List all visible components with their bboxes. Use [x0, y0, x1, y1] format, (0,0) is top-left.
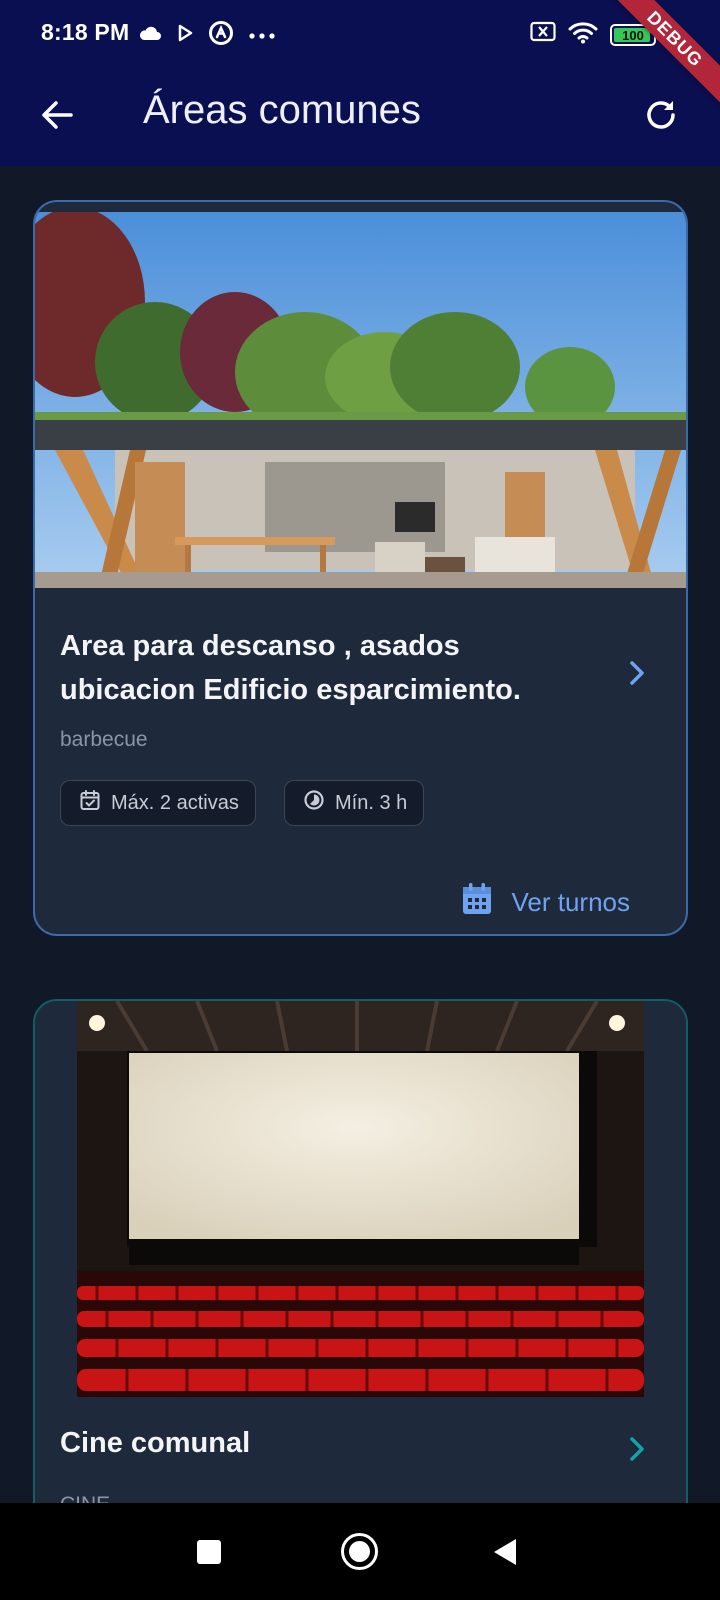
ver-turnos-label: Ver turnos	[511, 887, 630, 917]
app-bar: Áreas comunes	[0, 68, 720, 166]
areas-list[interactable]: Area para descanso , asados ubicacion Ed…	[0, 166, 720, 1503]
timelapse-icon	[303, 789, 325, 817]
area-card-cine[interactable]: Cine comunal CINE	[33, 999, 688, 1503]
cloud-icon	[138, 24, 162, 47]
no-sim-icon	[530, 21, 556, 48]
card-title: Cine comunal	[60, 1427, 251, 1459]
page-title: Áreas comunes	[143, 88, 421, 132]
card-category: CINE	[60, 1493, 110, 1503]
barbecue-photo	[35, 212, 686, 588]
chevron-right-icon[interactable]	[622, 1434, 652, 1464]
status-icons-left	[138, 20, 276, 51]
home-icon[interactable]	[341, 1533, 378, 1570]
calendar-icon	[461, 882, 493, 923]
status-time: 8:18 PM	[41, 19, 130, 45]
wifi-icon	[568, 20, 598, 49]
max-active-chip: Máx. 2 activas	[60, 780, 256, 826]
card-category: barbecue	[60, 728, 148, 751]
event-available-icon	[79, 789, 101, 817]
max-active-label: Máx. 2 activas	[111, 791, 239, 814]
cinema-photo-frame	[35, 1001, 686, 1397]
card-title: Area para descanso , asados ubicacion Ed…	[60, 630, 521, 706]
more-dots-icon	[248, 27, 276, 45]
screen: 8:18 PM 100 DEBUG Áreas comunes Area par…	[0, 0, 720, 1600]
arrow-back-icon	[39, 97, 75, 138]
system-nav-bar	[0, 1503, 720, 1600]
min-hours-label: Mín. 3 h	[335, 791, 408, 814]
back-button[interactable]	[32, 92, 82, 142]
area-card-barbecue[interactable]: Area para descanso , asados ubicacion Ed…	[33, 200, 688, 936]
ver-turnos-button[interactable]: Ver turnos	[461, 882, 630, 923]
min-hours-chip: Mín. 3 h	[284, 780, 425, 826]
refresh-button[interactable]	[636, 92, 686, 142]
play-icon	[176, 24, 194, 47]
recents-icon[interactable]	[197, 1540, 221, 1564]
cinema-photo	[77, 1001, 644, 1397]
at-sign-icon	[208, 20, 234, 51]
refresh-icon	[642, 96, 680, 139]
chevron-right-icon[interactable]	[622, 658, 652, 688]
nav-back-icon[interactable]	[494, 1539, 516, 1565]
status-bar: 8:18 PM 100	[0, 0, 720, 68]
